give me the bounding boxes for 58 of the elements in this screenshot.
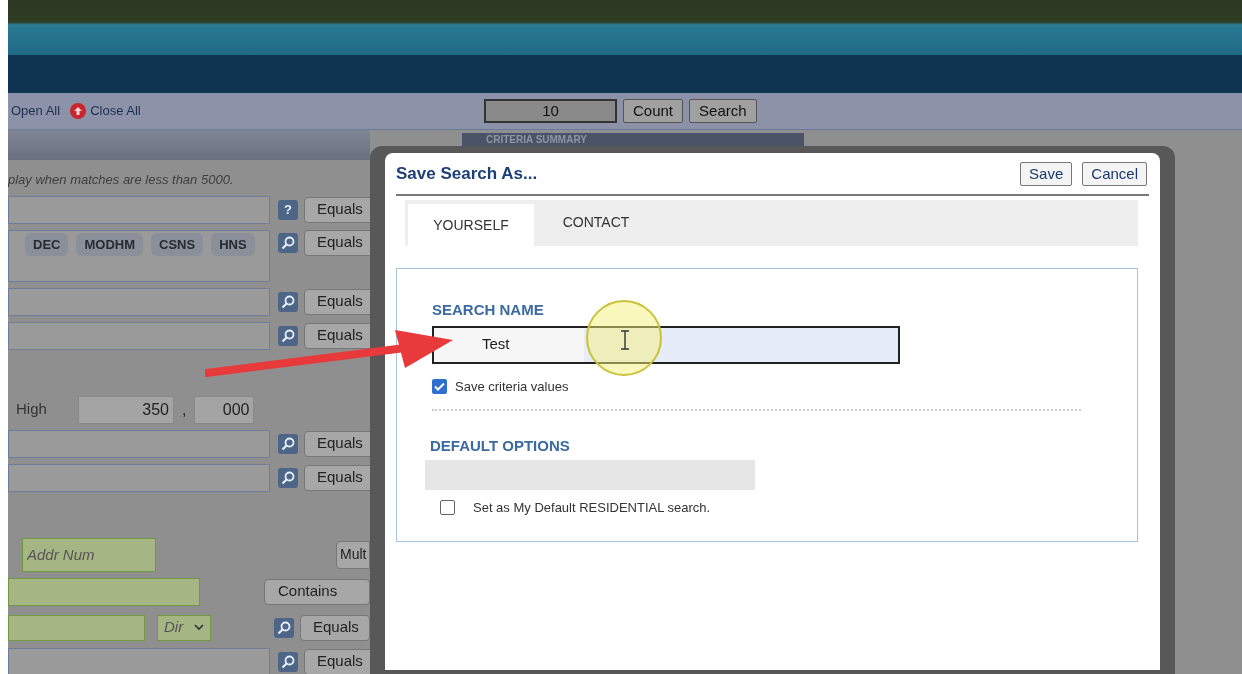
- input-field[interactable]: [8, 429, 270, 458]
- checkbox-label: Set as My Default RESIDENTIAL search.: [473, 498, 711, 517]
- address-number-field[interactable]: Addr Num: [22, 537, 156, 572]
- input-field[interactable]: [8, 287, 270, 316]
- tag-input-field[interactable]: DEC MODHM CSNS HNS: [8, 229, 270, 282]
- operator-button[interactable]: Equals: [304, 430, 370, 457]
- criteria-summary-heading: CRITERIA SUMMARY: [486, 135, 587, 145]
- input-field[interactable]: [8, 195, 270, 224]
- search-icon[interactable]: [278, 467, 298, 488]
- search-icon[interactable]: [278, 325, 298, 346]
- checkbox-label: Save criteria values: [455, 377, 569, 396]
- checkbox[interactable]: [432, 378, 447, 394]
- input-field[interactable]: [8, 577, 200, 606]
- search-icon[interactable]: [278, 291, 298, 312]
- tag-chip: MODHM: [76, 232, 143, 256]
- operator-button[interactable]: Equals: [300, 614, 370, 641]
- search-icon[interactable]: [278, 232, 298, 253]
- search-name-field[interactable]: Test: [432, 325, 900, 364]
- operator-button[interactable]: Equals: [304, 229, 370, 256]
- toolbar-button[interactable]: Search: [689, 99, 757, 123]
- search-icon[interactable]: [274, 617, 294, 638]
- operator-button[interactable]: Equals: [304, 322, 370, 349]
- input-field[interactable]: 350: [78, 395, 174, 424]
- section-heading: SEARCH NAME: [432, 300, 545, 320]
- count-field[interactable]: 10: [484, 99, 617, 123]
- info-note: play when matches are less than 5000.: [8, 171, 235, 189]
- open-all-link[interactable]: Open All: [11, 101, 61, 121]
- operator-button[interactable]: Equals: [304, 288, 370, 315]
- toolbar-button[interactable]: Count: [623, 99, 684, 123]
- input-field[interactable]: [8, 647, 270, 674]
- close-all-link[interactable]: Close All: [90, 101, 141, 121]
- dialog-button[interactable]: Save: [1020, 161, 1073, 186]
- tag-chip: HNS: [211, 232, 255, 256]
- chevron-down-icon: [194, 624, 204, 631]
- section-heading: DEFAULT OPTIONS: [430, 436, 571, 456]
- input-field[interactable]: [8, 614, 145, 641]
- input-field[interactable]: [8, 463, 270, 492]
- operator-button[interactable]: Equals: [304, 196, 370, 223]
- text-cursor-icon: [620, 330, 630, 350]
- tag-chip: DEC: [25, 232, 69, 256]
- search-icon[interactable]: [278, 651, 298, 672]
- field-label: High: [16, 399, 48, 420]
- multi-button[interactable]: Mult: [336, 540, 370, 569]
- input-field[interactable]: [8, 321, 270, 350]
- separator-text: ,: [182, 399, 187, 420]
- dialog-button[interactable]: Cancel: [1082, 161, 1147, 186]
- operator-button[interactable]: Equals: [304, 648, 370, 674]
- tab[interactable]: YOURSELF: [408, 204, 534, 246]
- operator-button[interactable]: Equals: [304, 464, 370, 491]
- help-button[interactable]: ?: [278, 199, 298, 220]
- operator-button[interactable]: Contains: [264, 578, 370, 605]
- direction-select[interactable]: Dir: [157, 614, 211, 641]
- checkbox[interactable]: [440, 499, 455, 515]
- search-icon[interactable]: [278, 433, 298, 454]
- dialog-title: Save Search As...: [396, 162, 538, 185]
- tag-chip: CSNS: [151, 232, 204, 256]
- input-field[interactable]: 000: [194, 395, 255, 424]
- tab[interactable]: CONTACT: [534, 204, 658, 246]
